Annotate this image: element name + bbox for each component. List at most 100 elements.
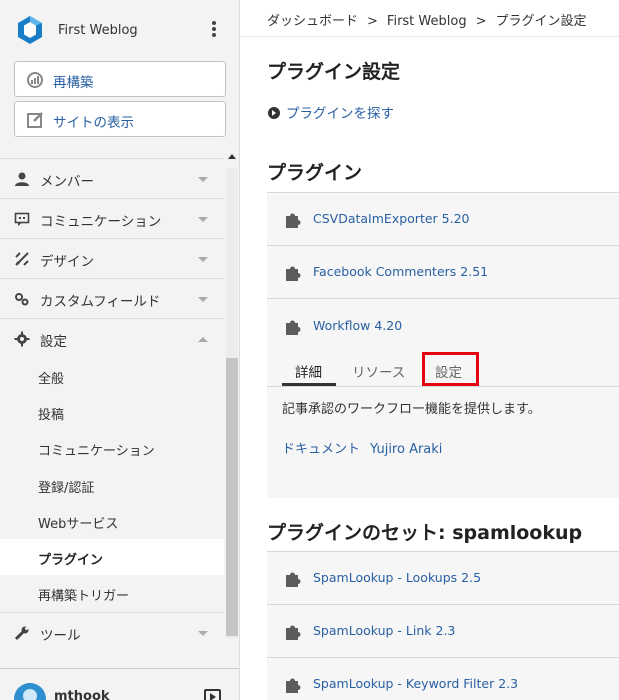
find-plugins-link[interactable]: プラグインを探す xyxy=(268,102,394,122)
page-title: プラグイン設定 xyxy=(267,61,401,83)
rebuild-label: 再構築 xyxy=(53,75,94,91)
wrench-icon xyxy=(14,626,29,641)
nav-item-tools[interactable]: ツール xyxy=(0,612,224,652)
puzzle-icon xyxy=(286,625,301,640)
sub-item-web-services[interactable]: Webサービス xyxy=(0,503,224,539)
scroll-up-arrow-icon[interactable] xyxy=(228,154,236,159)
play-icon[interactable] xyxy=(204,689,221,700)
chevron-down-icon xyxy=(198,631,208,636)
plugin-row-expanded: Workflow 4.20 詳細 リソース 設定 記事承認のワークフロー機能を提… xyxy=(267,300,619,496)
tab-label: リソース xyxy=(352,365,406,381)
view-site-label: サイトの表示 xyxy=(53,115,134,131)
breadcrumb-current: プラグイン設定 xyxy=(495,14,587,29)
puzzle-icon xyxy=(286,266,301,281)
kebab-menu-icon[interactable] xyxy=(206,20,222,40)
plugin-name-link[interactable]: Workflow 4.20 xyxy=(313,318,402,333)
plugin-set-list: SpamLookup - Lookups 2.5 SpamLookup - Li… xyxy=(267,551,619,700)
nav-item-label: ツール xyxy=(40,628,81,644)
tab-resources[interactable]: リソース xyxy=(339,352,419,386)
tab-label: 詳細 xyxy=(295,365,322,381)
author-link[interactable]: Yujiro Araki xyxy=(370,442,442,457)
nav-item-label: カスタムフィールド xyxy=(40,294,161,310)
puzzle-icon xyxy=(286,572,301,587)
main-content: ダッシュボード > First Weblog > プラグイン設定 プラグイン設定 プラグ… xyxy=(240,0,619,700)
sub-item-label: プラグイン xyxy=(38,553,104,568)
gear-icon xyxy=(14,331,30,347)
breadcrumb-dashboard[interactable]: ダッシュボード xyxy=(267,14,358,29)
chevron-up-icon xyxy=(198,337,208,342)
view-site-button[interactable]: サイトの表示 xyxy=(14,101,226,137)
plugin-set-heading: プラグインのセット: spamlookup xyxy=(267,522,583,544)
site-header: First Weblog xyxy=(0,0,239,60)
chevron-down-icon xyxy=(198,217,208,222)
sub-item-label: 全般 xyxy=(38,372,65,387)
chevron-down-icon xyxy=(198,257,208,262)
sidebar-scrollbar-thumb[interactable] xyxy=(226,358,238,636)
rebuild-icon xyxy=(27,72,43,88)
breadcrumb-separator: > xyxy=(367,14,378,29)
plugin-row[interactable]: Facebook Commenters 2.51 xyxy=(267,246,619,299)
sub-item-label: 再構築トリガー xyxy=(38,589,130,604)
plugin-row[interactable]: SpamLookup - Keyword Filter 2.3 xyxy=(267,658,619,700)
tab-details[interactable]: 詳細 xyxy=(282,352,336,386)
breadcrumb-divider xyxy=(240,36,619,37)
avatar[interactable] xyxy=(14,683,46,700)
plugin-row[interactable]: CSVDataImExporter 5.20 xyxy=(267,193,619,246)
breadcrumb-blog[interactable]: First Weblog xyxy=(387,14,467,29)
tabs-divider xyxy=(267,386,619,387)
design-icon xyxy=(15,252,29,266)
chevron-down-icon xyxy=(198,177,208,182)
custom-field-icon xyxy=(15,293,29,306)
plugins-heading: プラグイン xyxy=(267,162,363,184)
nav-item-settings[interactable]: 設定 xyxy=(0,318,224,358)
plugin-row[interactable]: SpamLookup - Lookups 2.5 xyxy=(267,552,619,605)
sub-item-registration[interactable]: 登録/認証 xyxy=(0,467,224,503)
breadcrumb-separator: > xyxy=(475,14,487,29)
plugin-row[interactable]: SpamLookup - Link 2.3 xyxy=(267,605,619,658)
sub-item-rebuild-triggers[interactable]: 再構築トリガー xyxy=(0,575,224,611)
rebuild-button[interactable]: 再構築 xyxy=(14,61,226,97)
plugins-list: CSVDataImExporter 5.20 Facebook Commente… xyxy=(267,192,619,498)
site-name[interactable]: First Weblog xyxy=(58,23,138,38)
user-bar: mthook xyxy=(0,668,239,700)
plugin-name-link[interactable]: SpamLookup - Keyword Filter 2.3 xyxy=(313,676,518,691)
sidebar: First Weblog 再構築 サイトの表示 メンバー コミュニケーション デ… xyxy=(0,0,240,700)
user-name[interactable]: mthook xyxy=(54,689,110,700)
tab-settings[interactable]: 設定 xyxy=(422,352,479,386)
documentation-link[interactable]: ドキュメント xyxy=(282,442,360,457)
nav-item-members[interactable]: メンバー xyxy=(0,158,224,198)
breadcrumb: ダッシュボード > First Weblog > プラグイン設定 xyxy=(267,10,587,29)
plugin-name-link[interactable]: SpamLookup - Lookups 2.5 xyxy=(313,570,481,585)
tab-label: 設定 xyxy=(435,365,462,381)
find-plugins-label: プラグインを探す xyxy=(286,106,394,122)
sub-item-label: 投稿 xyxy=(38,408,65,423)
user-icon xyxy=(15,172,29,186)
sub-item-entry[interactable]: 投稿 xyxy=(0,394,224,430)
app: First Weblog 再構築 サイトの表示 メンバー コミュニケーション デ… xyxy=(0,0,619,700)
plugin-name-link[interactable]: CSVDataImExporter 5.20 xyxy=(313,211,469,226)
plugin-links: ドキュメント Yujiro Araki xyxy=(282,438,442,457)
nav-item-label: デザイン xyxy=(40,254,94,270)
edit-external-icon xyxy=(27,112,43,128)
chevron-down-icon xyxy=(198,297,208,302)
nav-item-custom-fields[interactable]: カスタムフィールド xyxy=(0,278,224,318)
sub-item-general[interactable]: 全般 xyxy=(0,358,224,394)
plugin-name-link[interactable]: Facebook Commenters 2.51 xyxy=(313,264,488,279)
nav-item-communication[interactable]: コミュニケーション xyxy=(0,198,224,238)
comment-icon xyxy=(14,212,30,226)
movable-type-logo-icon xyxy=(18,16,42,44)
puzzle-icon xyxy=(286,320,301,335)
plugin-description: 記事承認のワークフロー機能を提供します。 xyxy=(282,402,541,417)
puzzle-icon xyxy=(286,678,301,693)
nav-item-label: 設定 xyxy=(40,334,67,350)
circle-arrow-right-icon xyxy=(268,107,280,119)
plugin-name-link[interactable]: SpamLookup - Link 2.3 xyxy=(313,623,455,638)
sub-item-label: コミュニケーション xyxy=(38,444,155,459)
nav-item-label: コミュニケーション xyxy=(40,214,162,230)
nav-item-design[interactable]: デザイン xyxy=(0,238,224,278)
sub-item-label: 登録/認証 xyxy=(38,481,95,496)
sub-item-label: Webサービス xyxy=(38,517,119,532)
puzzle-icon xyxy=(286,213,301,228)
sub-item-plugins[interactable]: プラグイン xyxy=(0,539,224,575)
sub-item-communication[interactable]: コミュニケーション xyxy=(0,430,224,466)
